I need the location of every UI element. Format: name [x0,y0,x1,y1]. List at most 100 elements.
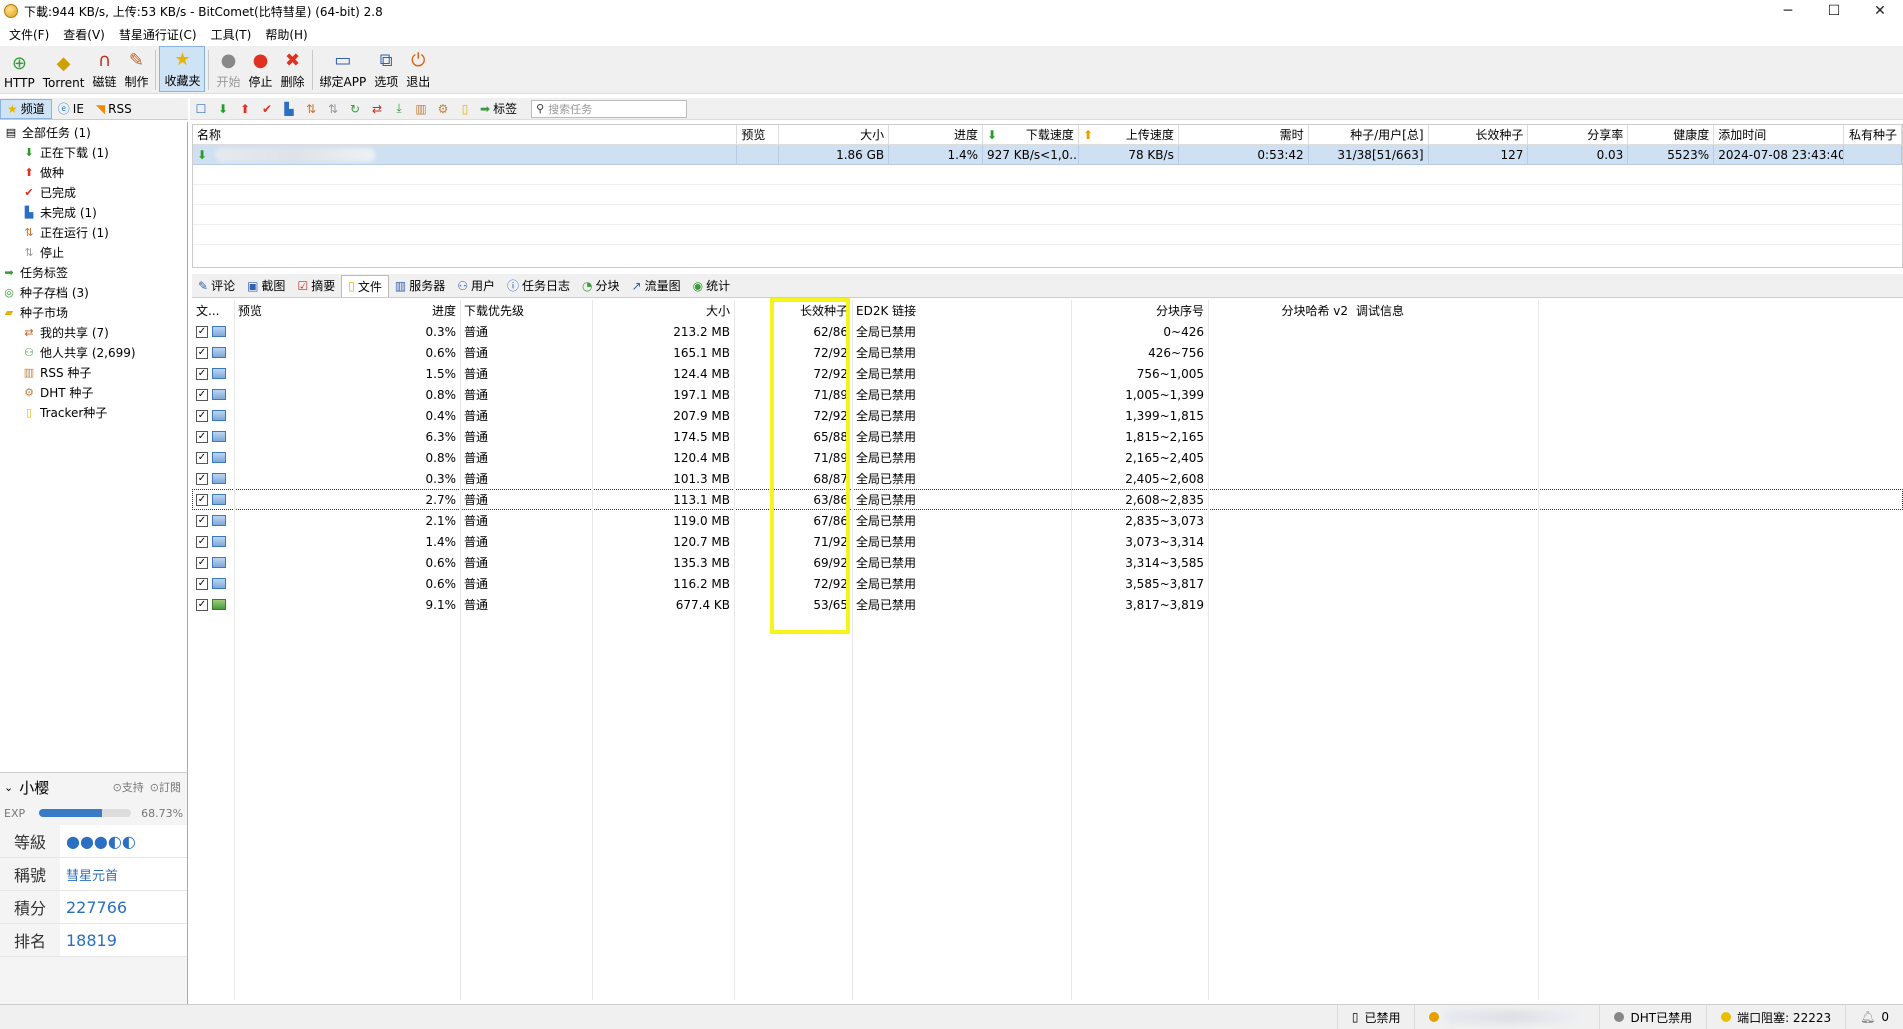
tab-users[interactable]: ⚇ 用户 [451,275,501,297]
torrent-button[interactable]: ◆ Torrent [39,46,89,92]
menu-view[interactable]: 查看(V) [56,26,112,43]
refresh-icon[interactable]: ↻ [344,99,366,119]
file-checkbox[interactable]: ✓ [196,535,208,548]
tree-dht-seed[interactable]: ⚙ DHT 种子 [0,382,187,402]
rss-seed-icon[interactable]: ▥ [410,99,432,119]
dht-icon[interactable]: ⚙ [432,99,454,119]
col-down-speed[interactable]: ⬇ 下载速度 [983,125,1079,144]
file-checkbox[interactable]: ✓ [196,388,208,401]
file-row[interactable]: ✓ 0.3% 普通 213.2 MB 62/86 全局已禁用 0~426 [192,321,1903,342]
status-account[interactable] [1414,1005,1599,1029]
file-row[interactable]: ✓ 2.7% 普通 113.1 MB 63/86 全局已禁用 2,608~2,835 [192,489,1903,510]
menu-tools[interactable]: 工具(T) [204,26,259,43]
file-checkbox[interactable]: ✓ [196,325,208,338]
tab-files[interactable]: ▯ 文件 [341,274,389,297]
file-row[interactable]: ✓ 1.4% 普通 120.7 MB 71/92 全局已禁用 3,073~3,314 [192,531,1903,552]
tab-rss[interactable]: ◥ RSS [90,99,138,119]
magnet-button[interactable]: ∩ 磁链 [88,46,120,92]
col-file[interactable]: 文... [192,300,234,321]
tab-summary[interactable]: ☑ 摘要 [291,275,341,297]
tab-servers[interactable]: ▥ 服务器 [389,275,451,297]
col-progress[interactable]: 进度 [370,300,460,321]
delete-button[interactable]: ✖ 删除 [277,46,309,92]
download-icon[interactable]: ⤓ [388,99,410,119]
file-row[interactable]: ✓ 9.1% 普通 677.4 KB 53/65 全局已禁用 3,817~3,819 [192,594,1903,615]
task-row[interactable]: ⬇ 1.86 GB 1.4% 927 KB/s<1,0... 78 KB/s 0… [193,145,1902,165]
title-value[interactable]: 彗星元首 [60,865,118,884]
col-health[interactable]: 健康度 [1628,125,1715,144]
file-row[interactable]: ✓ 0.6% 普通 116.2 MB 72/92 全局已禁用 3,585~3,817 [192,573,1903,594]
file-checkbox[interactable]: ✓ [196,430,208,443]
tree-running[interactable]: ⇅ 正在运行 (1) [0,222,187,242]
pause-transfer-icon[interactable]: ⇅ [322,99,344,119]
file-row[interactable]: ✓ 2.1% 普通 119.0 MB 67/86 全局已禁用 2,835~3,073 [192,510,1903,531]
file-checkbox[interactable]: ✓ [196,598,208,611]
tab-comments[interactable]: ✎ 评论 [192,275,241,297]
tab-ie[interactable]: ⓔ IE [52,99,90,119]
col-up-speed[interactable]: ⬆ 上传速度 [1079,125,1179,144]
http-button[interactable]: ⊕ HTTP [0,46,39,92]
tree-others-share[interactable]: ⚇ 他人共享 (2,699) [0,342,187,362]
menu-file[interactable]: 文件(F) [2,26,56,43]
maximize-button[interactable]: ☐ [1811,0,1857,22]
col-private[interactable]: 私有种子 [1844,125,1902,144]
tab-traffic-graph[interactable]: ↗ 流量图 [626,275,687,297]
file-checkbox[interactable]: ✓ [196,514,208,527]
tag-button[interactable]: ➡ 标签 [476,100,525,117]
col-eta[interactable]: 需时 [1179,125,1309,144]
make-torrent-button[interactable]: ✎ 制作 [120,46,152,92]
collapse-icon[interactable]: ⌄ [4,781,13,794]
exit-button[interactable]: ⏻ 退出 [402,46,434,92]
tab-screenshots[interactable]: ▣ 截图 [241,275,291,297]
tab-pieces[interactable]: ◔ 分块 [576,275,626,297]
file-row[interactable]: ✓ 0.8% 普通 120.4 MB 71/89 全局已禁用 2,165~2,405 [192,447,1903,468]
tree-tracker-seed[interactable]: ▯ Tracker种子 [0,402,187,422]
file-row[interactable]: ✓ 0.8% 普通 197.1 MB 71/89 全局已禁用 1,005~1,399 [192,384,1903,405]
support-link[interactable]: ⊙支持 [113,779,144,795]
col-name[interactable]: 名称 [193,125,738,144]
status-notifications[interactable]: 🔔︎ 0 [1845,1005,1903,1029]
tree-market[interactable]: ▰ 种子市场 [0,302,187,322]
start-button[interactable]: ● 开始 [212,46,244,92]
move-up-icon[interactable]: ⬆ [234,99,256,119]
col-size[interactable]: 大小 [779,125,890,144]
file-checkbox[interactable]: ✓ [196,409,208,422]
tree-torrent-archive[interactable]: ◎ 种子存档 (3) [0,282,187,302]
tree-task-tags[interactable]: ➡ 任务标签 [0,262,187,282]
menu-passport[interactable]: 彗星通行证(C) [112,26,204,43]
bind-app-button[interactable]: ▭ 绑定APP [316,46,371,92]
tree-seeding[interactable]: ⬆ 做种 [0,162,187,182]
file-checkbox[interactable]: ✓ [196,556,208,569]
file-checkbox[interactable]: ✓ [196,577,208,590]
file-checkbox[interactable]: ✓ [196,367,208,380]
tree-my-share[interactable]: ⇄ 我的共享 (7) [0,322,187,342]
file-row[interactable]: ✓ 1.5% 普通 124.4 MB 72/92 全局已禁用 756~1,005 [192,363,1903,384]
col-priority[interactable]: 下载优先级 [460,300,592,321]
stop-button[interactable]: ● 停止 [245,46,277,92]
tree-completed[interactable]: ✔ 已完成 [0,182,187,202]
options-button[interactable]: ⧉ 选项 [370,46,402,92]
share-icon[interactable]: ⇄ [366,99,388,119]
tree-all-tasks[interactable]: ▤ 全部任务 (1) [0,122,187,142]
col-long-seeds[interactable]: 长效种子 [1429,125,1529,144]
status-port[interactable]: 端口阻塞: 22223 [1706,1005,1845,1029]
tab-statistics[interactable]: ◉ 统计 [687,275,737,297]
new-task-icon[interactable]: ☐ [190,99,212,119]
file-checkbox[interactable]: ✓ [196,493,208,506]
col-pieces[interactable]: 分块序号 [1071,300,1208,321]
col-hash-v2[interactable]: 分块哈希 v2 [1208,300,1352,321]
col-added[interactable]: 添加时间 [1714,125,1845,144]
file-row[interactable]: ✓ 0.3% 普通 101.3 MB 68/87 全局已禁用 2,405~2,608 [192,468,1903,489]
tracker-icon[interactable]: ▯ [454,99,476,119]
minimize-button[interactable]: ─ [1765,0,1811,22]
file-checkbox[interactable]: ✓ [196,346,208,359]
file-row[interactable]: ✓ 0.6% 普通 135.3 MB 69/92 全局已禁用 3,314~3,585 [192,552,1903,573]
move-down-icon[interactable]: ⬇ [212,99,234,119]
tab-channels[interactable]: ★ 频道 [0,98,52,119]
file-row[interactable]: ✓ 0.4% 普通 207.9 MB 72/92 全局已禁用 1,399~1,815 [192,405,1903,426]
file-row[interactable]: ✓ 0.6% 普通 165.1 MB 72/92 全局已禁用 426~756 [192,342,1903,363]
tree-rss-seed[interactable]: ▥ RSS 种子 [0,362,187,382]
task-search-input[interactable]: ⚲ 搜索任务 [531,99,688,118]
col-preview[interactable]: 预览 [737,125,780,144]
tree-incomplete[interactable]: ▙ 未完成 (1) [0,202,187,222]
